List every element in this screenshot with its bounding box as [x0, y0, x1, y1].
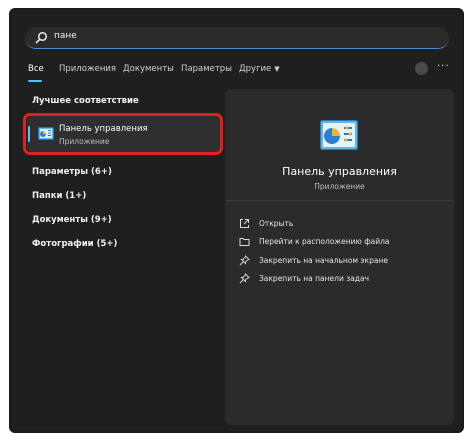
action-pin-taskbar-label: Закрепить на панели задач: [259, 274, 370, 283]
pin-icon: [239, 255, 250, 266]
category-photos[interactable]: Фотографии (5+): [32, 239, 117, 249]
best-match-heading: Лучшее соответствие: [32, 96, 139, 106]
action-open-label: Открыть: [259, 219, 294, 228]
tab-settings[interactable]: Параметры: [181, 64, 232, 74]
control-panel-large-icon: [320, 120, 358, 150]
divider: [225, 200, 454, 201]
search-icon: [35, 31, 48, 44]
active-tab-indicator: [28, 80, 42, 82]
tab-other[interactable]: Другие ▼: [239, 64, 280, 74]
chevron-down-icon: ▼: [274, 65, 280, 73]
search-input[interactable]: пане: [54, 31, 77, 41]
more-options-icon[interactable]: ···: [437, 61, 450, 72]
category-folders[interactable]: Папки (1+): [32, 191, 86, 201]
tab-apps[interactable]: Приложения: [59, 64, 116, 74]
tab-documents[interactable]: Документы: [123, 64, 174, 74]
category-settings[interactable]: Параметры (6+): [32, 167, 112, 177]
action-pin-start-label: Закрепить на начальном экране: [259, 256, 388, 265]
preview-pane: Панель управления Приложение Открыть Пер…: [225, 89, 454, 425]
pin-icon: [239, 273, 250, 284]
preview-title: Панель управления: [282, 165, 397, 178]
category-documents[interactable]: Документы (9+): [32, 215, 112, 225]
tab-other-label: Другие: [239, 64, 272, 74]
red-highlight-frame: [23, 113, 223, 155]
search-bar[interactable]: пане: [25, 27, 449, 49]
tab-all[interactable]: Все: [28, 64, 44, 74]
folder-icon: [239, 238, 250, 246]
open-icon: [240, 219, 249, 228]
action-open-file-location-label: Перейти к расположению файла: [259, 237, 390, 246]
preview-type: Приложение: [314, 182, 365, 191]
account-avatar[interactable]: [415, 62, 428, 75]
search-window: пане Все Приложения Документы Параметры …: [9, 8, 464, 433]
